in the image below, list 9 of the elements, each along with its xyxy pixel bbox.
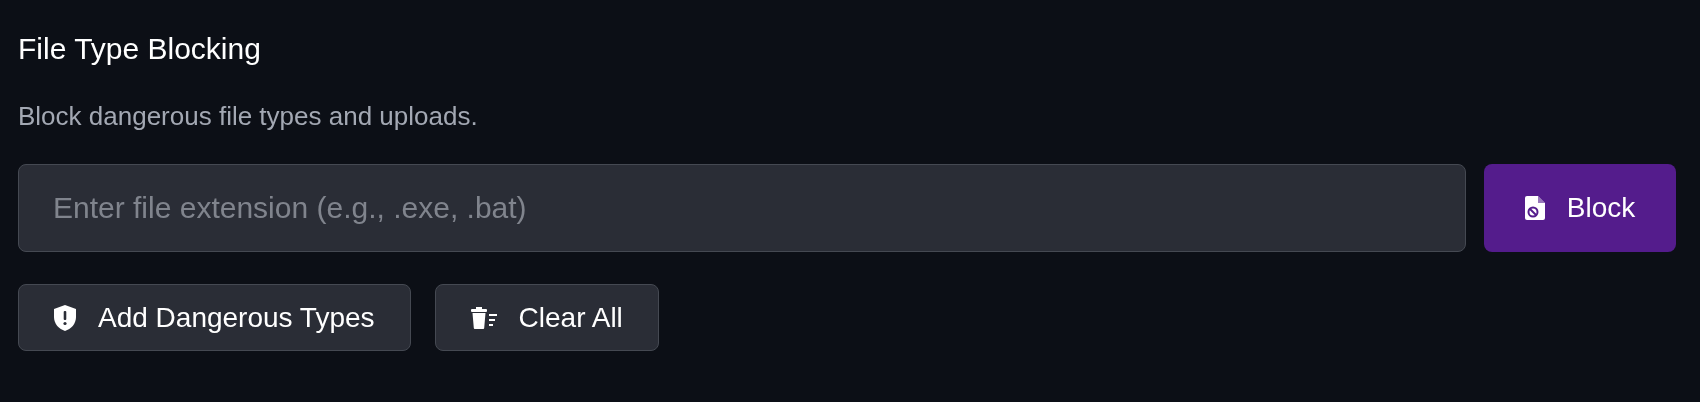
action-button[interactable]: Clear All	[434, 284, 659, 351]
block-button[interactable]: Block	[1484, 164, 1676, 252]
section-title: File Type Blocking	[18, 31, 262, 67]
section-description: Block dangerous file types and uploads.	[18, 100, 479, 133]
extension-input-field[interactable]: Enter file extension (e.g., .exe, .bat)	[18, 164, 1466, 252]
action-button[interactable]: Add Dangerous Types	[18, 284, 411, 351]
trash-icon	[470, 306, 497, 329]
shield-alert-icon	[54, 304, 76, 331]
file-blocked-icon	[1524, 196, 1545, 220]
